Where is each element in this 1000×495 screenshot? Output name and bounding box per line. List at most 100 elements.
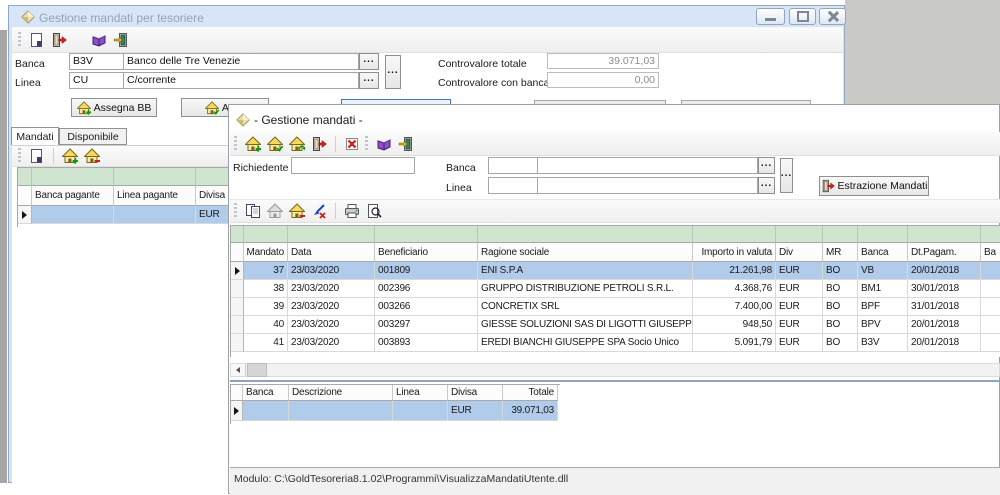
banca-browse-button[interactable]: ... xyxy=(359,53,379,70)
banca-browse-button[interactable]: ... xyxy=(758,157,775,174)
assegna-bb-button[interactable]: Assegna BB xyxy=(71,98,157,117)
door-red-icon[interactable] xyxy=(50,31,68,49)
row-selector[interactable] xyxy=(231,334,244,352)
table-cell: 23/03/2020 xyxy=(288,262,375,280)
estrazione-mandati-button[interactable]: Estrazione Mandati xyxy=(819,176,929,196)
table-cell: EUR xyxy=(776,334,823,352)
horizontal-scrollbar[interactable] xyxy=(230,363,1000,377)
group-header-cell xyxy=(693,226,776,243)
house-check-icon[interactable] xyxy=(266,135,284,153)
table-cell xyxy=(289,401,393,421)
column-header[interactable]: Totale xyxy=(503,385,558,401)
table-row[interactable]: 3823/03/2020002396GRUPPO DISTRIBUZIONE P… xyxy=(231,280,1000,298)
minimize-button[interactable] xyxy=(756,8,785,25)
banca-linea-extra-browse-button[interactable]: ... xyxy=(780,158,793,193)
column-header[interactable]: Linea xyxy=(393,385,448,401)
group-header-cell xyxy=(908,226,981,243)
linea-browse-button[interactable]: ... xyxy=(359,72,379,89)
panel-splitter[interactable] xyxy=(230,380,1000,382)
book-icon[interactable] xyxy=(375,135,393,153)
table-cell: 23/03/2020 xyxy=(288,280,375,298)
scroll-left-button[interactable] xyxy=(231,364,246,376)
table-cell: BPV xyxy=(858,316,908,334)
linea-code-field[interactable]: CU xyxy=(69,72,124,89)
column-header[interactable]: Banca xyxy=(243,385,289,401)
copy-icon[interactable] xyxy=(244,202,262,220)
tab-disponibile[interactable]: Disponibile xyxy=(59,128,127,145)
group-header-corner xyxy=(231,226,244,243)
banca-name-field[interactable] xyxy=(537,157,758,174)
table-cell: 39.071,03 xyxy=(503,401,558,421)
scrollbar-thumb[interactable] xyxy=(247,363,267,377)
richiedente-field[interactable] xyxy=(291,157,415,174)
table-cell: 7.400,00 xyxy=(693,298,776,316)
column-header[interactable]: Beneficiario xyxy=(375,243,478,262)
banca-code-field[interactable] xyxy=(488,157,538,174)
column-header[interactable]: Ragione sociale xyxy=(478,243,693,262)
house-gray-icon[interactable] xyxy=(266,202,284,220)
door-red-icon[interactable] xyxy=(310,135,328,153)
group-header-cell xyxy=(776,226,823,243)
book-icon[interactable] xyxy=(90,31,108,49)
table-cell: 5.091,79 xyxy=(693,334,776,352)
house-plus-icon[interactable] xyxy=(61,147,79,165)
column-header[interactable]: Banca pagante xyxy=(32,186,114,206)
linea-name-field[interactable]: C/corrente xyxy=(123,72,359,89)
table-cell: EUR xyxy=(776,262,823,280)
house-minus-icon[interactable] xyxy=(288,202,306,220)
table-cell: EUR xyxy=(448,401,503,421)
red-x-icon[interactable] xyxy=(343,135,361,153)
house-plus-icon[interactable] xyxy=(244,135,262,153)
tab-mandati[interactable]: Mandati xyxy=(11,127,59,145)
print-icon[interactable] xyxy=(343,202,361,220)
row-selector[interactable] xyxy=(18,206,32,224)
table-cell: 41 xyxy=(244,334,288,352)
linea-code-field[interactable] xyxy=(488,177,538,194)
column-header[interactable]: Banca xyxy=(858,243,908,262)
row-selector[interactable] xyxy=(231,298,244,316)
preview-icon[interactable] xyxy=(365,202,383,220)
maximize-button[interactable] xyxy=(789,8,816,25)
column-header[interactable]: Divisa xyxy=(448,385,503,401)
table-cell xyxy=(114,206,196,224)
table-cell: 23/03/2020 xyxy=(288,298,375,316)
controvalore-totale-label: Controvalore totale xyxy=(438,58,527,70)
column-header[interactable]: Ba xyxy=(981,243,1000,262)
column-header[interactable]: Data xyxy=(288,243,375,262)
banca-code-field[interactable]: B3V xyxy=(69,53,124,70)
column-header[interactable]: Linea pagante xyxy=(114,186,196,206)
column-header[interactable]: Mandato xyxy=(244,243,288,262)
controvalore-banca-label: Controvalore con banca xyxy=(438,77,550,89)
table-row[interactable]: 4023/03/2020003297GIESSE SOLUZIONI SAS D… xyxy=(231,316,1000,334)
table-row[interactable]: 3923/03/2020003266CONCRETIX SRL7.400,00E… xyxy=(231,298,1000,316)
row-selector[interactable] xyxy=(231,262,244,280)
column-header[interactable]: Importo in valuta xyxy=(693,243,776,262)
house-refresh-icon[interactable] xyxy=(288,135,306,153)
door-green-icon[interactable] xyxy=(397,135,415,153)
linea-name-field[interactable] xyxy=(537,177,758,194)
table-cell xyxy=(981,334,1000,352)
table-cell: 4.368,76 xyxy=(693,280,776,298)
banca-linea-extra-browse-button[interactable]: ... xyxy=(385,55,401,89)
row-selector[interactable] xyxy=(231,280,244,298)
sheet-icon[interactable] xyxy=(28,147,46,165)
column-header[interactable]: Div xyxy=(776,243,823,262)
sheet-icon[interactable] xyxy=(28,31,46,49)
table-cell xyxy=(393,401,448,421)
table-row[interactable]: 4123/03/2020003893EREDI BIANCHI GIUSEPPE… xyxy=(231,334,1000,352)
column-header[interactable]: MR xyxy=(823,243,858,262)
banca-name-field[interactable]: Banco delle Tre Venezie xyxy=(123,53,359,70)
row-selector[interactable] xyxy=(231,316,244,334)
row-selector[interactable] xyxy=(231,401,243,421)
house-minus-icon[interactable] xyxy=(83,147,101,165)
table-row[interactable]: EUR39.071,03 xyxy=(231,401,560,421)
linea-browse-button[interactable]: ... xyxy=(758,177,775,194)
column-header[interactable]: Dt.Pagam. xyxy=(908,243,981,262)
close-button[interactable] xyxy=(819,8,846,25)
column-header[interactable]: Descrizione xyxy=(289,385,393,401)
export-x-icon[interactable] xyxy=(310,202,328,220)
table-cell xyxy=(981,316,1000,334)
table-row[interactable]: 3723/03/2020001809ENI S.P.A21.261,98EURB… xyxy=(231,262,1000,280)
table-cell: 38 xyxy=(244,280,288,298)
door-green-icon[interactable] xyxy=(112,31,130,49)
